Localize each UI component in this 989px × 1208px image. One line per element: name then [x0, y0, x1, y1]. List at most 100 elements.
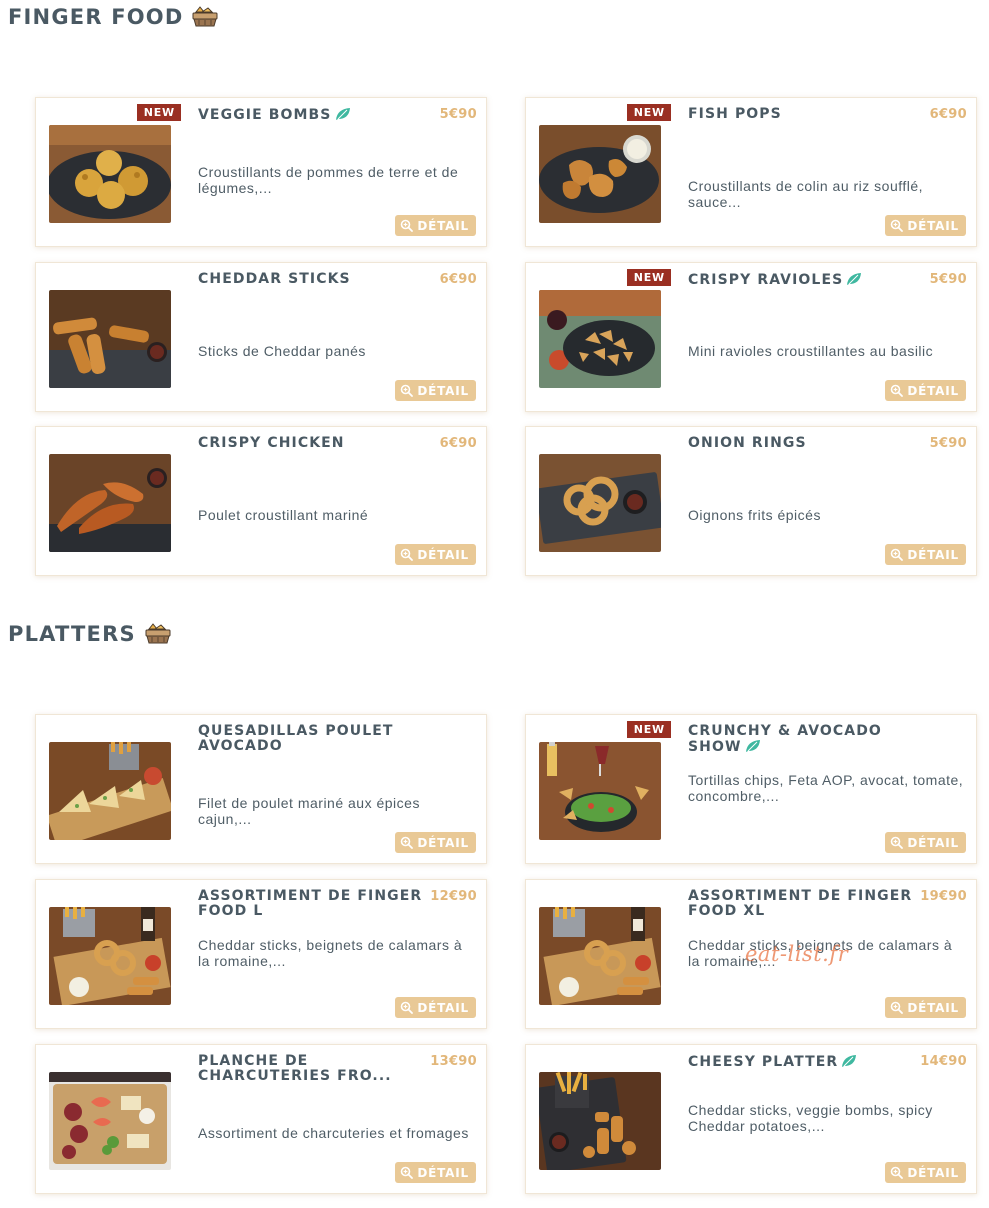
item-name-text: CRUNCHY & AVOCADO SHOW — [688, 723, 882, 755]
zoom-icon — [891, 384, 904, 397]
item-name: ASSORTIMENT DE FINGER FOOD XL — [688, 889, 922, 919]
detail-label[interactable]: DÉTAIL — [417, 384, 469, 398]
menu-item-card-fish-pops[interactable]: NEW FISH POPS 6€90 Croustillants de coli… — [525, 97, 977, 247]
zoom-icon — [401, 548, 414, 561]
item-name-text: ASSORTIMENT DE FINGER FOOD L — [198, 888, 423, 919]
item-name-text: CRISPY RAVIOLES — [688, 272, 844, 288]
detail-button[interactable]: DÉTAIL — [885, 832, 966, 853]
item-name-text: FISH POPS — [688, 106, 782, 122]
vegetarian-leaf-icon — [842, 1055, 857, 1067]
item-price: 6€90 — [439, 436, 477, 451]
menu-item-card-crispy-ravioles[interactable]: NEW CRISPY RAVIOLES 5€90 Mini ravioles c… — [525, 262, 977, 412]
vegetarian-leaf-icon — [335, 108, 350, 120]
item-name: QUESADILLAS POULET AVOCADO — [198, 724, 432, 754]
item-description: Cheddar sticks, beignets de calamars à l… — [688, 937, 953, 969]
detail-button[interactable]: DÉTAIL — [395, 997, 476, 1018]
detail-label[interactable]: DÉTAIL — [907, 836, 959, 850]
new-badge: NEW — [136, 104, 181, 121]
finger-food-l-photo — [49, 907, 171, 1005]
detail-button[interactable]: DÉTAIL — [885, 215, 966, 236]
item-name-text: VEGGIE BOMBS — [198, 107, 332, 123]
detail-button[interactable]: DÉTAIL — [395, 832, 476, 853]
item-name: CHEDDAR STICKS — [198, 272, 432, 287]
charcuterie-photo — [49, 1072, 171, 1170]
detail-button[interactable]: DÉTAIL — [395, 380, 476, 401]
menu-item-card-crispy-chicken[interactable]: CRISPY CHICKEN 6€90 Poulet croustillant … — [35, 426, 487, 576]
zoom-icon — [891, 1001, 904, 1014]
detail-label[interactable]: DÉTAIL — [417, 1166, 469, 1180]
item-name: CHEESY PLATTER — [688, 1054, 922, 1070]
menu-item-card-veggie-bombs[interactable]: NEW VEGGIE BOMBS 5€90 Croustillants de p… — [35, 97, 487, 247]
item-price: 13€90 — [430, 1054, 477, 1069]
detail-button[interactable]: DÉTAIL — [395, 1162, 476, 1183]
detail-label[interactable]: DÉTAIL — [907, 219, 959, 233]
crispy-ravioles-photo-image — [539, 290, 661, 388]
cheesy-platter-photo — [539, 1072, 661, 1170]
menu-item-card-assortiment-de-finger-food-xl[interactable]: ASSORTIMENT DE FINGER FOOD XL 19€90 Ched… — [525, 879, 977, 1029]
finger-food-xl-photo — [539, 907, 661, 1005]
cheddar-sticks-photo-image — [49, 290, 171, 388]
item-name-text: QUESADILLAS POULET AVOCADO — [198, 723, 394, 754]
menu-item-card-cheesy-platter[interactable]: CHEESY PLATTER 14€90 Cheddar sticks, veg… — [525, 1044, 977, 1194]
section-title-finger-food: FINGER FOOD — [8, 5, 219, 29]
item-description: Oignons frits épicés — [688, 507, 821, 523]
crispy-ravioles-photo — [539, 290, 661, 388]
detail-label[interactable]: DÉTAIL — [907, 1166, 959, 1180]
detail-button[interactable]: DÉTAIL — [885, 380, 966, 401]
item-description: Assortiment de charcuteries et fromages — [198, 1125, 469, 1141]
menu-item-card-assortiment-de-finger-food-l[interactable]: ASSORTIMENT DE FINGER FOOD L 12€90 Chedd… — [35, 879, 487, 1029]
detail-label[interactable]: DÉTAIL — [417, 836, 469, 850]
crunchy-avocado-photo-image — [539, 742, 661, 840]
detail-label[interactable]: DÉTAIL — [417, 548, 469, 562]
item-name-text: CHEDDAR STICKS — [198, 271, 351, 287]
charcuterie-photo-image — [49, 1072, 171, 1170]
item-name: CRISPY CHICKEN — [198, 436, 432, 451]
zoom-icon — [401, 1166, 414, 1179]
item-description: Cheddar sticks, beignets de calamars à l… — [198, 937, 463, 969]
finger-food-l-photo-image — [49, 907, 171, 1005]
zoom-icon — [401, 836, 414, 849]
vegetarian-leaf-icon — [745, 740, 760, 752]
menu-item-card-onion-rings[interactable]: ONION RINGS 5€90 Oignons frits épicés DÉ… — [525, 426, 977, 576]
new-badge: NEW — [626, 269, 671, 286]
detail-button[interactable]: DÉTAIL — [395, 215, 476, 236]
item-name: CRISPY RAVIOLES — [688, 272, 922, 288]
menu-item-card-cheddar-sticks[interactable]: CHEDDAR STICKS 6€90 Sticks de Cheddar pa… — [35, 262, 487, 412]
fish-pops-photo-image — [539, 125, 661, 223]
detail-label[interactable]: DÉTAIL — [417, 219, 469, 233]
zoom-icon — [891, 1166, 904, 1179]
cheddar-sticks-photo — [49, 290, 171, 388]
menu-item-card-quesadillas-poulet-avocado[interactable]: QUESADILLAS POULET AVOCADO Filet de poul… — [35, 714, 487, 864]
detail-label[interactable]: DÉTAIL — [907, 548, 959, 562]
detail-button[interactable]: DÉTAIL — [395, 544, 476, 565]
food-basket-icon — [192, 6, 218, 27]
fish-pops-photo — [539, 125, 661, 223]
item-name: VEGGIE BOMBS — [198, 107, 432, 123]
item-name: PLANCHE DE CHARCUTERIES FRO... — [198, 1054, 432, 1084]
onion-rings-photo — [539, 454, 661, 552]
detail-label[interactable]: DÉTAIL — [907, 1001, 959, 1015]
detail-button[interactable]: DÉTAIL — [885, 544, 966, 565]
detail-button[interactable]: DÉTAIL — [885, 997, 966, 1018]
item-price: 19€90 — [920, 889, 967, 904]
item-name-text: PLANCHE DE CHARCUTERIES FRO... — [198, 1053, 392, 1084]
item-description: Croustillants de colin au riz soufflé, s… — [688, 178, 924, 210]
item-description: Cheddar sticks, veggie bombs, spicy Ched… — [688, 1102, 933, 1134]
food-basket-icon — [145, 623, 171, 644]
item-description: Poulet croustillant mariné — [198, 507, 369, 523]
quesadillas-photo-image — [49, 742, 171, 840]
item-description: Croustillants de pommes de terre et de l… — [198, 164, 459, 196]
item-name: ONION RINGS — [688, 436, 922, 451]
onion-rings-photo-image — [539, 454, 661, 552]
section-title-text: PLATTERS — [8, 622, 136, 646]
vegetarian-leaf-icon — [847, 273, 862, 285]
detail-button[interactable]: DÉTAIL — [885, 1162, 966, 1183]
detail-label[interactable]: DÉTAIL — [417, 1001, 469, 1015]
menu-item-card-planche-de-charcuteries-fro[interactable]: PLANCHE DE CHARCUTERIES FRO... 13€90 Ass… — [35, 1044, 487, 1194]
zoom-icon — [401, 219, 414, 232]
item-name-text: ASSORTIMENT DE FINGER FOOD XL — [688, 888, 913, 919]
veggie-bombs-photo-image — [49, 125, 171, 223]
detail-label[interactable]: DÉTAIL — [907, 384, 959, 398]
item-name: CRUNCHY & AVOCADO SHOW — [688, 724, 922, 755]
menu-item-card-crunchy-avocado-show[interactable]: NEW CRUNCHY & AVOCADO SHOW Tortillas chi… — [525, 714, 977, 864]
